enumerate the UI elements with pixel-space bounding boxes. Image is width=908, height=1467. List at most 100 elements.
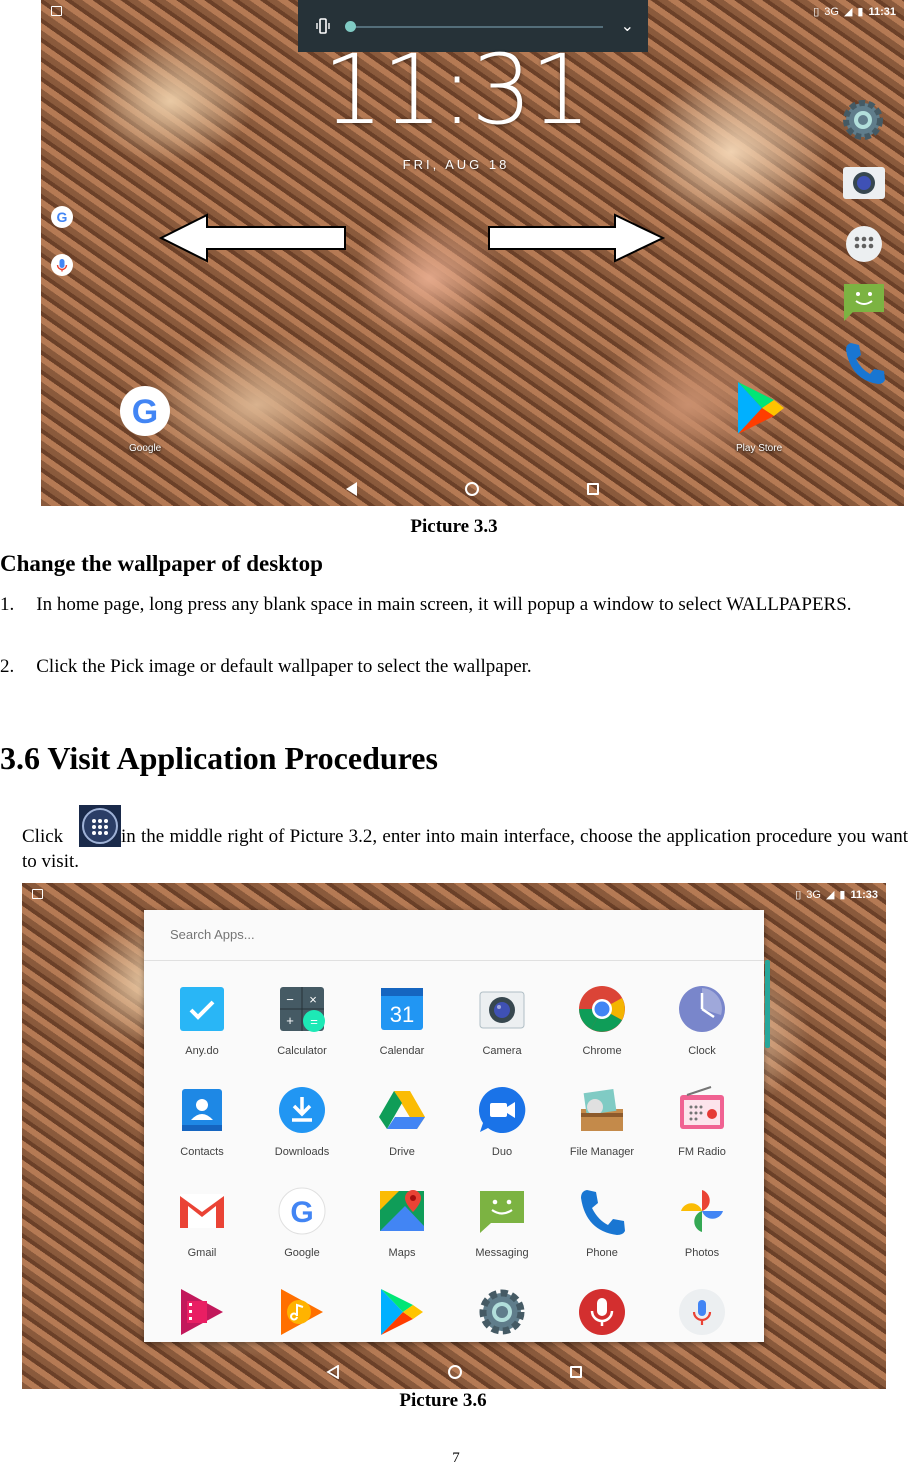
all-apps-icon[interactable] (844, 224, 884, 264)
app-duo[interactable]: Duo (452, 1085, 552, 1158)
svg-text:G: G (290, 1196, 313, 1229)
app-gmail[interactable]: Gmail (152, 1186, 252, 1259)
svg-text:=: = (310, 1014, 318, 1029)
google-app-icon[interactable]: G (118, 384, 172, 438)
back-icon[interactable] (326, 1365, 340, 1379)
image-notification-icon (32, 889, 43, 899)
app-play-store[interactable] (352, 1287, 452, 1342)
svg-text:G: G (132, 393, 158, 431)
status-time: 11:31 (868, 5, 896, 18)
navigation-bar (41, 472, 904, 506)
microphone-icon[interactable] (50, 253, 74, 277)
app-calendar[interactable]: 31 Calendar (352, 984, 452, 1057)
app-downloads[interactable]: Downloads (252, 1085, 352, 1158)
settings-icon[interactable] (841, 98, 885, 142)
caption-picture-3-6: Picture 3.6 (399, 1390, 487, 1411)
maps-icon (380, 1190, 424, 1231)
apps-instruction: in the middle right of Picture 3.2, ente… (22, 826, 908, 872)
drive-icon (379, 1091, 425, 1129)
wallpaper-step-1: 1. In home page, long press any blank spa… (0, 592, 908, 617)
app-maps[interactable]: Maps (352, 1186, 452, 1259)
volume-slider-thumb[interactable] (345, 21, 356, 32)
app-anydo[interactable]: Any.do (152, 984, 252, 1057)
step-2-text: Click the Pick image or default wallpape… (36, 656, 532, 677)
lock-date: FRI, AUG 18 (402, 157, 510, 172)
arrow-right-icon (488, 213, 665, 263)
messaging-icon[interactable] (841, 280, 887, 324)
calendar-icon: 31 (381, 988, 423, 1030)
status-time: 11:33 (850, 888, 878, 901)
contacts-icon (182, 1089, 222, 1131)
app-messaging[interactable]: Messaging (452, 1186, 552, 1259)
chrome-icon (579, 986, 625, 1032)
navigation-bar (22, 1355, 886, 1389)
google-app-label: Google (129, 443, 162, 454)
step-1-number: 1. (0, 594, 15, 615)
drawer-scrollbar[interactable] (765, 960, 770, 1048)
app-voice-search[interactable] (652, 1287, 752, 1342)
network-type: 3G (824, 5, 839, 18)
app-fm-radio[interactable]: FM Radio (652, 1085, 752, 1158)
app-chrome[interactable]: Chrome (552, 984, 652, 1057)
app-drawer-screenshot: ▯ 3G ◢ ▮ 11:33 Search Apps... Any.do − × +… (22, 883, 886, 1389)
download-icon (279, 1087, 325, 1133)
google-icon[interactable]: G (50, 205, 74, 229)
app-settings[interactable] (452, 1287, 552, 1342)
chevron-down-icon[interactable]: ⌄ (621, 16, 634, 36)
clock-icon (679, 986, 725, 1032)
search-apps-input[interactable]: Search Apps... (144, 910, 764, 961)
phone-icon (581, 1190, 625, 1235)
app-drive[interactable]: Drive (352, 1085, 452, 1158)
play-store-label: Play Store (736, 443, 783, 454)
svg-text:31: 31 (390, 1002, 414, 1027)
step-2-number: 2. (0, 656, 15, 677)
wallpaper-heading: Change the wallpaper of desktop (0, 551, 323, 576)
play-store-icon[interactable] (734, 380, 786, 436)
app-calculator[interactable]: − × + = Calculator (252, 984, 352, 1057)
app-play-movies[interactable] (152, 1287, 252, 1342)
play-store-icon (381, 1289, 423, 1335)
caption-picture-3-3: Picture 3.3 (410, 516, 498, 537)
app-photos[interactable]: Photos (652, 1186, 752, 1259)
vibrate-icon: ▯ (813, 6, 820, 18)
recent-apps-icon[interactable] (570, 1366, 582, 1378)
app-clock[interactable]: Clock (652, 984, 752, 1057)
page-number: 7 (452, 1450, 460, 1466)
app-file-manager[interactable]: File Manager (552, 1085, 652, 1158)
svg-text:×: × (309, 992, 317, 1007)
phone-icon[interactable] (843, 340, 885, 386)
volume-track[interactable] (353, 26, 603, 28)
app-sound-recorder[interactable] (552, 1287, 652, 1342)
svg-text:+: + (286, 1013, 294, 1028)
play-music-icon (281, 1289, 323, 1335)
camera-icon[interactable] (841, 162, 887, 202)
svg-text:−: − (286, 992, 294, 1007)
app-camera[interactable]: Camera (452, 984, 552, 1057)
status-bar: ▯ 3G ◢ ▮ 11:33 (22, 883, 886, 907)
network-type: 3G (806, 888, 821, 901)
home-screen-screenshot: ▯ 3G ◢ ▮ 11:31 ⌄ 11:31 FRI, AUG 18 G G G… (41, 0, 904, 506)
app-play-music[interactable] (252, 1287, 352, 1342)
app-phone[interactable]: Phone (552, 1186, 652, 1259)
battery-icon: ▮ (857, 6, 864, 18)
app-contacts[interactable]: Contacts (152, 1085, 252, 1158)
back-icon[interactable] (346, 482, 357, 496)
play-movies-icon (181, 1289, 223, 1335)
recent-apps-icon[interactable] (587, 483, 599, 495)
settings-icon (479, 1289, 525, 1335)
camera-icon (479, 991, 525, 1029)
vibrate-icon: ▯ (795, 889, 802, 901)
wallpaper-step-2: 2. Click the Pick image or default wallpa… (0, 654, 908, 679)
google-icon: G (278, 1187, 326, 1235)
arrow-left-icon (159, 213, 346, 263)
radio-icon (680, 1086, 724, 1129)
home-icon[interactable] (448, 1365, 462, 1379)
gmail-icon (180, 1194, 224, 1228)
app-google[interactable]: G Google (252, 1186, 352, 1259)
sound-recorder-icon (579, 1289, 625, 1335)
microphone-icon (679, 1289, 725, 1335)
image-notification-icon (51, 6, 62, 16)
step-1-text: In home page, long press any blank space… (36, 594, 852, 615)
home-icon[interactable] (465, 482, 479, 496)
signal-icon: ◢ (843, 6, 853, 18)
